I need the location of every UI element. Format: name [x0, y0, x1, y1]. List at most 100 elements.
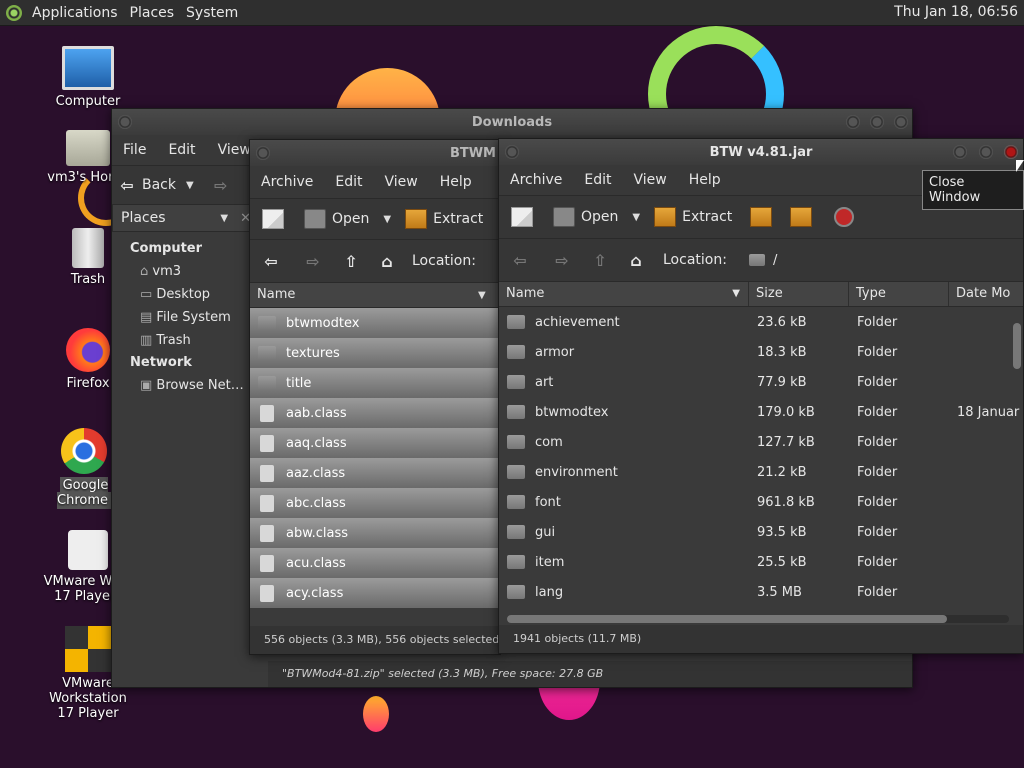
open-dropdown-arrow[interactable]: ▼	[383, 214, 391, 225]
menu-help[interactable]: Help	[678, 172, 732, 188]
jar-titlebar[interactable]: BTW v4.81.jar	[499, 139, 1023, 165]
sort-arrow-icon: ▼	[732, 288, 740, 299]
menu-help[interactable]: Help	[429, 174, 483, 190]
sidebar-item-vm3[interactable]: ⌂ vm3	[130, 260, 250, 283]
sort-arrow-icon[interactable]: ▼	[478, 290, 486, 301]
table-row[interactable]: armor 18.3 kB Folder	[499, 337, 1023, 367]
btwm-titlebar[interactable]: BTWM	[250, 140, 500, 166]
maximize-icon[interactable]	[870, 115, 884, 129]
up-arrow-icon[interactable]: ⇧	[336, 252, 366, 271]
menu-archive[interactable]: Archive	[250, 174, 324, 190]
btwm-column-header: Name ▼	[250, 282, 500, 308]
table-row[interactable]: font 961.8 kB Folder	[499, 487, 1023, 517]
table-row[interactable]: btwmodtex 179.0 kB Folder 18 Januar	[499, 397, 1023, 427]
add-folder-icon[interactable]	[790, 207, 813, 227]
back-arrow-icon[interactable]: ⇦	[112, 176, 142, 195]
cell-name: art	[535, 374, 554, 390]
home-icon[interactable]: ⌂	[372, 252, 402, 271]
menu-archive[interactable]: Archive	[499, 172, 573, 188]
list-item[interactable]: acy.class	[250, 578, 500, 608]
list-item[interactable]: acu.class	[250, 548, 500, 578]
distro-logo-icon[interactable]	[6, 4, 22, 21]
menu-edit[interactable]: Edit	[324, 174, 373, 190]
forward-arrow-icon[interactable]: ⇨	[298, 252, 328, 271]
sidebar-item-trash[interactable]: ▥ Trash	[130, 329, 250, 352]
menu-edit[interactable]: Edit	[157, 142, 206, 158]
section-network: Network	[130, 355, 192, 370]
places-dropdown-arrow[interactable]: ▼	[220, 213, 228, 224]
up-arrow-icon[interactable]: ⇧	[585, 251, 615, 270]
open-button[interactable]: Open	[304, 209, 369, 229]
list-item[interactable]: aaz.class	[250, 458, 500, 488]
downloads-titlebar[interactable]: Downloads	[112, 109, 912, 135]
table-row[interactable]: lang 3.5 MB Folder	[499, 577, 1023, 607]
table-row[interactable]: environment 21.2 kB Folder	[499, 457, 1023, 487]
computer-icon	[62, 46, 114, 90]
window-menu-icon[interactable]	[256, 146, 270, 160]
open-button[interactable]: Open	[553, 207, 618, 227]
list-item[interactable]: btwmodtex	[250, 308, 500, 338]
sidebar-item-filesystem[interactable]: ▤ File System	[130, 306, 250, 329]
table-row[interactable]: gui 93.5 kB Folder	[499, 517, 1023, 547]
extract-button[interactable]: Extract	[654, 207, 732, 227]
forward-arrow-icon[interactable]: ⇨	[206, 176, 236, 195]
places-dropdown[interactable]: Places	[113, 210, 210, 226]
forward-arrow-icon[interactable]: ⇨	[547, 251, 577, 270]
list-item[interactable]: abc.class	[250, 488, 500, 518]
menu-places[interactable]: Places	[124, 5, 181, 21]
window-menu-icon[interactable]	[505, 145, 519, 159]
column-size[interactable]: Size	[749, 282, 849, 306]
btwm-archive-window: BTWM Archive Edit View Help Open ▼ Extra…	[249, 139, 501, 655]
menu-system[interactable]: System	[180, 5, 244, 21]
column-date[interactable]: Date Mo	[949, 282, 1023, 306]
cell-size: 21.2 kB	[757, 464, 807, 480]
table-row[interactable]: item 25.5 kB Folder	[499, 547, 1023, 577]
h-scrollbar-thumb[interactable]	[507, 615, 947, 623]
close-icon[interactable]	[894, 115, 908, 129]
close-icon[interactable]	[1004, 145, 1018, 159]
menu-edit[interactable]: Edit	[573, 172, 622, 188]
open-dropdown-arrow[interactable]: ▼	[632, 212, 640, 223]
class-file-icon	[260, 524, 274, 542]
list-item[interactable]: abw.class	[250, 518, 500, 548]
stop-icon[interactable]	[834, 207, 855, 227]
window-menu-icon[interactable]	[118, 115, 132, 129]
sidebar-item-browse-network[interactable]: ▣ Browse Net…	[130, 374, 250, 397]
minimize-icon[interactable]	[953, 145, 967, 159]
add-files-icon[interactable]	[750, 207, 773, 227]
new-archive-icon[interactable]	[511, 207, 533, 227]
column-name[interactable]: Name ▼	[499, 282, 749, 306]
maximize-icon[interactable]	[979, 145, 993, 159]
extract-button[interactable]: Extract	[405, 209, 483, 229]
back-arrow-icon[interactable]: ⇦	[256, 252, 286, 271]
list-item[interactable]: aaq.class	[250, 428, 500, 458]
new-archive-icon[interactable]	[262, 209, 284, 229]
open-label: Open	[581, 209, 619, 225]
clock[interactable]: Thu Jan 18, 06:56	[894, 4, 1018, 20]
home-icon[interactable]: ⌂	[621, 251, 651, 270]
column-type[interactable]: Type	[849, 282, 949, 306]
table-row[interactable]: com 127.7 kB Folder	[499, 427, 1023, 457]
list-item[interactable]: title	[250, 368, 500, 398]
minimize-icon[interactable]	[846, 115, 860, 129]
menu-file[interactable]: File	[112, 142, 157, 158]
back-arrow-icon[interactable]: ⇦	[505, 251, 535, 270]
close-window-tooltip: Close Window	[922, 170, 1024, 210]
list-item[interactable]: aab.class	[250, 398, 500, 428]
vertical-scrollbar[interactable]	[1013, 313, 1021, 603]
column-name[interactable]: Name	[250, 283, 478, 307]
sidebar-item-desktop[interactable]: ▭ Desktop	[130, 283, 250, 306]
desktop-icon: ▭	[140, 287, 157, 302]
location-field[interactable]: /	[748, 253, 777, 268]
list-item[interactable]: textures	[250, 338, 500, 368]
back-button[interactable]: Back	[142, 177, 176, 193]
desktop-icon-computer[interactable]: Computer	[38, 46, 138, 109]
horizontal-scrollbar[interactable]	[507, 615, 1009, 623]
menu-view[interactable]: View	[374, 174, 429, 190]
table-row[interactable]: achievement 23.6 kB Folder	[499, 307, 1023, 337]
back-history-dropdown[interactable]: ▼	[186, 180, 194, 191]
table-row[interactable]: art 77.9 kB Folder	[499, 367, 1023, 397]
menu-applications[interactable]: Applications	[26, 5, 124, 21]
scrollbar-thumb[interactable]	[1013, 323, 1021, 369]
menu-view[interactable]: View	[623, 172, 678, 188]
